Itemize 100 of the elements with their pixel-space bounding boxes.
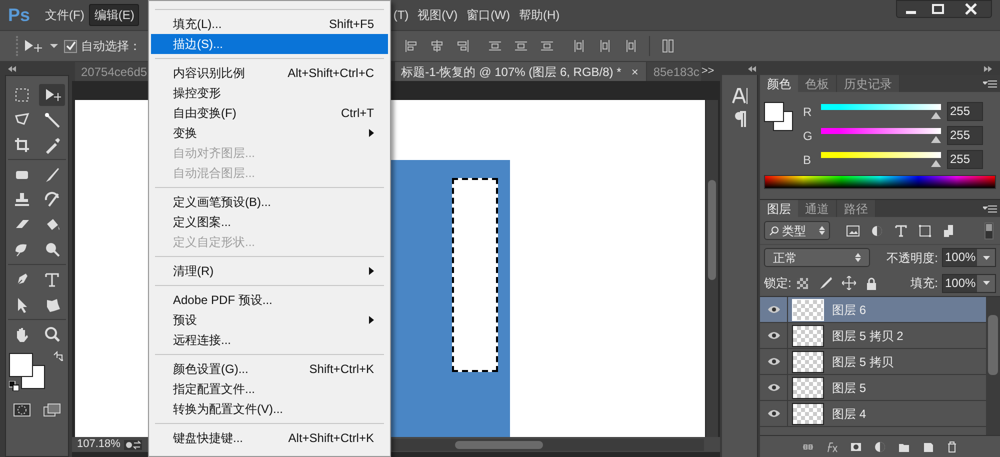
menu-item[interactable]: 描边(S)... bbox=[151, 34, 388, 54]
menu-item[interactable]: 窗口(W) bbox=[462, 4, 514, 26]
search-icon[interactable] bbox=[769, 226, 779, 236]
marquee-icon[interactable] bbox=[13, 86, 31, 104]
panel-menu-icon[interactable] bbox=[983, 78, 997, 88]
color-swatches[interactable] bbox=[9, 353, 46, 390]
menu-item[interactable]: 指定配置文件... bbox=[151, 379, 388, 399]
caret-icon[interactable] bbox=[982, 256, 990, 260]
menu-item[interactable]: 定义图案... bbox=[151, 212, 388, 232]
type-filter-icon[interactable] bbox=[894, 224, 908, 238]
menu-item[interactable]: 清理(R) bbox=[151, 261, 388, 281]
layer-row[interactable]: 图层 5 bbox=[760, 375, 986, 401]
channel-value-field[interactable]: 255 bbox=[947, 150, 983, 169]
panel-tab[interactable]: 通道 bbox=[798, 200, 837, 217]
more-tabs-button[interactable]: >> bbox=[701, 62, 714, 81]
eye-icon[interactable] bbox=[766, 331, 780, 340]
adjustment-layer-icon[interactable] bbox=[874, 440, 886, 452]
crop-icon[interactable] bbox=[13, 136, 31, 154]
submenu-arrow-icon[interactable] bbox=[369, 129, 374, 137]
shape-filter-icon[interactable] bbox=[918, 224, 932, 238]
panel-tab[interactable]: 路径 bbox=[837, 200, 876, 217]
panel-tab[interactable]: 图层 bbox=[760, 200, 798, 217]
history-brush-icon[interactable] bbox=[43, 190, 61, 208]
menu-item[interactable]: 定义画笔预设(B)... bbox=[151, 192, 388, 212]
menu-item[interactable]: 颜色设置(G)... Shift+Ctrl+K bbox=[151, 359, 388, 379]
channel-value-field[interactable]: 255 bbox=[947, 126, 983, 145]
menu-item[interactable]: 编辑(E) bbox=[89, 4, 140, 26]
paragraph-panel-icon[interactable] bbox=[734, 111, 746, 127]
screen-mode-icon[interactable] bbox=[43, 403, 61, 417]
menu-item[interactable]: 视图(V) bbox=[414, 4, 462, 26]
eye-icon[interactable] bbox=[766, 383, 780, 392]
layer-row[interactable]: 图层 5 拷贝 2 bbox=[760, 323, 986, 349]
fill-field[interactable]: 100% bbox=[942, 274, 996, 292]
collapse-icon[interactable] bbox=[748, 66, 756, 72]
caret-icon[interactable] bbox=[50, 43, 58, 49]
updown-caret-icon[interactable] bbox=[855, 253, 861, 262]
document-tab[interactable]: 标题-1-恢复的 @ 107% (图层 6, RGB/8) * × bbox=[395, 62, 646, 81]
color-spectrum[interactable] bbox=[764, 175, 996, 189]
quick-mask-icon[interactable] bbox=[13, 403, 31, 417]
menu-item[interactable]: (T) bbox=[389, 4, 413, 26]
menu-item[interactable]: 自由变换(F) Ctrl+T bbox=[151, 103, 388, 123]
filter-toggle-icon[interactable] bbox=[984, 222, 994, 240]
document-tab[interactable]: 85e183c bbox=[647, 62, 702, 81]
blend-mode-dropdown[interactable]: 正常 bbox=[764, 248, 870, 267]
brush-icon[interactable] bbox=[43, 166, 61, 184]
new-layer-icon[interactable] bbox=[922, 440, 934, 452]
menu-item[interactable]: 内容识别比例 Alt+Shift+Ctrl+C bbox=[151, 63, 388, 83]
panel-tab[interactable]: 色板 bbox=[798, 75, 837, 92]
menu-item[interactable]: 键盘快捷键... Alt+Shift+Ctrl+K bbox=[151, 428, 388, 448]
collapse-icon[interactable] bbox=[8, 66, 16, 72]
menu-item[interactable]: 变换 bbox=[151, 123, 388, 143]
filter-dropdown[interactable]: 类型 bbox=[764, 221, 830, 240]
menu-item[interactable]: 文件(F) bbox=[41, 4, 88, 26]
submenu-arrow-icon[interactable] bbox=[369, 267, 374, 275]
menu-item[interactable]: 填充(L)... Shift+F5 bbox=[151, 14, 388, 34]
eye-icon[interactable] bbox=[766, 305, 780, 314]
trash-icon[interactable] bbox=[946, 440, 958, 452]
updown-caret-icon[interactable] bbox=[819, 226, 825, 235]
align-center-icon[interactable] bbox=[429, 38, 445, 54]
panel-menu-icon[interactable] bbox=[983, 204, 997, 214]
character-panel-icon[interactable] bbox=[732, 87, 748, 105]
swap-arrows-icon[interactable] bbox=[53, 351, 63, 361]
opacity-field[interactable]: 100% bbox=[942, 248, 996, 267]
default-colors-icon[interactable] bbox=[9, 381, 19, 391]
brush-icon[interactable] bbox=[818, 276, 832, 290]
menu-item[interactable]: 预设 bbox=[151, 310, 388, 330]
fx-icon[interactable] bbox=[826, 440, 838, 452]
eye-icon[interactable] bbox=[766, 409, 780, 418]
horizontal-scrollbar[interactable] bbox=[392, 438, 704, 450]
padlock-icon[interactable] bbox=[866, 276, 878, 290]
dodge-icon[interactable] bbox=[43, 240, 61, 258]
caret-icon[interactable] bbox=[982, 281, 990, 285]
align-right-icon[interactable] bbox=[455, 38, 471, 54]
checkbox[interactable] bbox=[64, 40, 77, 52]
stamp-icon[interactable] bbox=[13, 190, 31, 208]
align-left-icon[interactable] bbox=[403, 38, 419, 54]
channel-value-field[interactable]: 255 bbox=[947, 102, 983, 121]
mask-icon[interactable] bbox=[850, 440, 862, 452]
image-filter-icon[interactable] bbox=[846, 224, 860, 238]
eye-icon[interactable] bbox=[766, 357, 780, 366]
color-swatches[interactable] bbox=[764, 102, 793, 131]
layer-row[interactable]: 图层 4 bbox=[760, 401, 986, 427]
move-arrows-icon[interactable] bbox=[842, 276, 856, 290]
vertical-scrollbar[interactable] bbox=[706, 100, 718, 437]
layer-row[interactable]: 图层 6 bbox=[760, 297, 986, 323]
auto-align-icon[interactable] bbox=[660, 38, 676, 54]
smart-object-filter-icon[interactable] bbox=[942, 224, 956, 238]
menu-item[interactable]: 转换为配置文件(V)... bbox=[151, 399, 388, 419]
panel-tab[interactable]: 历史记录 bbox=[837, 75, 900, 92]
layers-scrollbar[interactable] bbox=[986, 297, 1000, 435]
menu-item[interactable]: 帮助(H) bbox=[514, 4, 564, 26]
zoom-icon[interactable] bbox=[43, 326, 61, 344]
type-icon[interactable] bbox=[43, 270, 61, 288]
menu-item[interactable]: 操控变形 bbox=[151, 83, 388, 103]
menu-item[interactable]: Adobe PDF 预设... bbox=[151, 290, 388, 310]
panel-tab[interactable]: 颜色 bbox=[760, 75, 798, 92]
magic-wand-icon[interactable] bbox=[43, 110, 61, 128]
close-tab-icon[interactable]: × bbox=[631, 62, 638, 80]
menu-item[interactable]: 远程连接... bbox=[151, 330, 388, 350]
lock-transparency-icon[interactable] bbox=[797, 278, 808, 288]
